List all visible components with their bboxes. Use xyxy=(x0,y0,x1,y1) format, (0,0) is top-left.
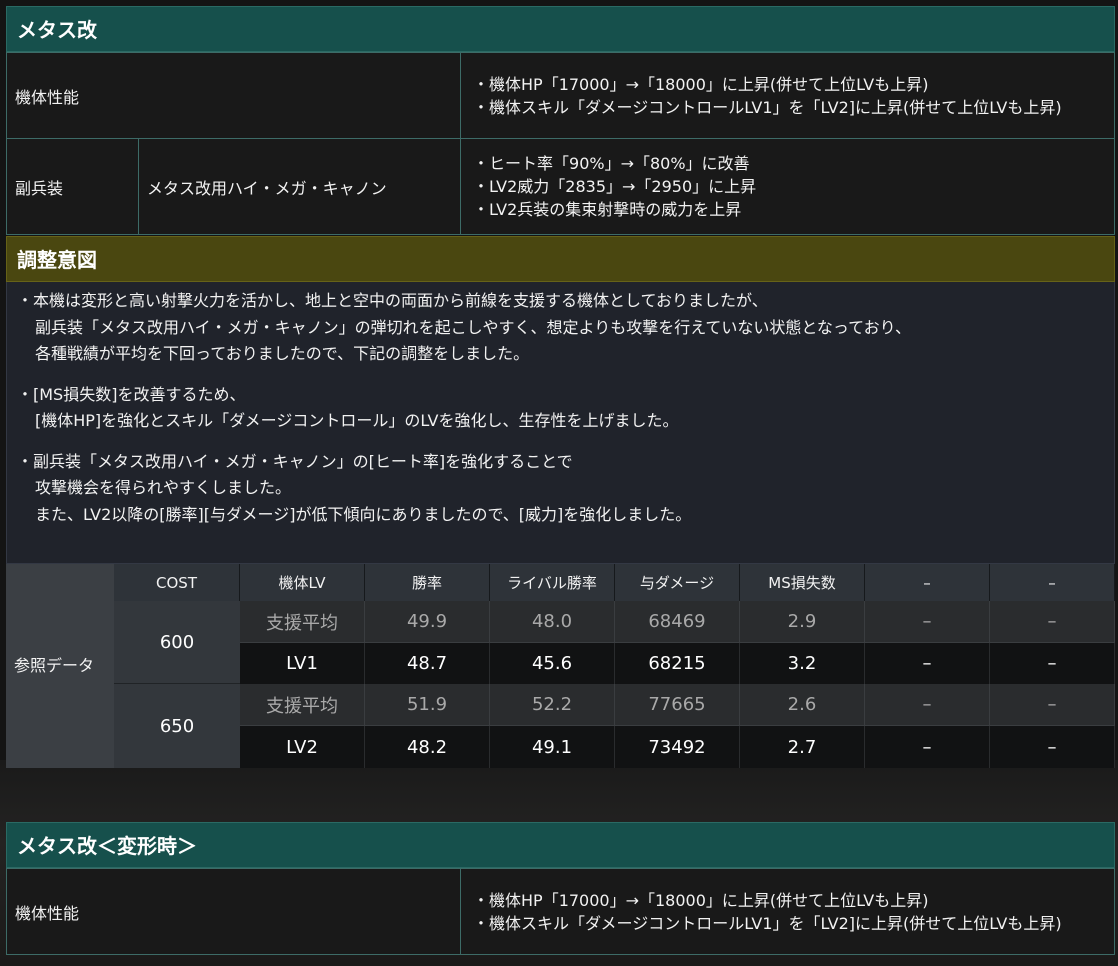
cell-win: 48.2 xyxy=(365,726,490,768)
cell-lv: 支援平均 xyxy=(240,684,365,726)
perf-note: ・機体スキル「ダメージコントロールLV1」を「LV2]に上昇(併せて上位LVも上… xyxy=(473,913,1062,933)
cell-blank: – xyxy=(990,726,1115,768)
perf-notes: ・機体HP「17000」→「18000」に上昇(併せて上位LVも上昇) ・機体ス… xyxy=(460,868,1115,955)
intent-line: ・本機は変形と高い射撃火力を活かし、地上と空中の両面から前線を支援する機体として… xyxy=(17,291,768,310)
section-title: メタス改 xyxy=(6,6,1115,52)
sub-weapon-name: メタス改用ハイ・メガ・キャノン xyxy=(137,138,462,235)
ref-label: 参照データ xyxy=(6,564,114,768)
perf-label: 機体性能 xyxy=(5,868,462,955)
perf-note: ・機体HP「17000」→「18000」に上昇(併せて上位LVも上昇) xyxy=(473,74,929,94)
section-metas-kai-transformed: メタス改＜変形時＞ 機体性能 ・機体HP「17000」→「18000」に上昇(併… xyxy=(5,822,1115,955)
col-header: 機体LV xyxy=(240,564,365,601)
cell-blank: – xyxy=(865,643,990,684)
cell-rival: 48.0 xyxy=(490,601,615,643)
col-header: MS損失数 xyxy=(740,564,865,601)
cell-lv: 支援平均 xyxy=(240,601,365,643)
sub-weapon-row: 副兵装 メタス改用ハイ・メガ・キャノン ・ヒート率「90%」→「80%」に改善 … xyxy=(6,138,1115,235)
spec-table: 機体性能 ・機体HP「17000」→「18000」に上昇(併せて上位LVも上昇)… xyxy=(5,52,1115,235)
section-metas-kai: メタス改 機体性能 ・機体HP「17000」→「18000」に上昇(併せて上位L… xyxy=(5,6,1115,235)
sub-notes: ・ヒート率「90%」→「80%」に改善 ・LV2威力「2835」→「2950」に… xyxy=(460,138,1115,235)
cell-win: 49.9 xyxy=(365,601,490,643)
cell-damage: 68469 xyxy=(615,601,740,643)
col-header: ライバル勝率 xyxy=(490,564,615,601)
cell-loss: 2.7 xyxy=(740,726,865,768)
cell-blank: – xyxy=(865,684,990,726)
cell-rival: 49.1 xyxy=(490,726,615,768)
cell-damage: 73492 xyxy=(615,726,740,768)
perf-notes: ・機体HP「17000」→「18000」に上昇(併せて上位LVも上昇) ・機体ス… xyxy=(460,52,1115,139)
sub-note: ・LV2威力「2835」→「2950」に上昇 xyxy=(473,177,757,196)
reference-data-table: 参照データ COST 機体LV 勝率 ライバル勝率 与ダメージ MS損失数 – … xyxy=(6,564,1115,768)
cell-loss: 2.6 xyxy=(740,684,865,726)
cost-cell: 600 xyxy=(114,601,240,684)
intent-body: ・本機は変形と高い射撃火力を活かし、地上と空中の両面から前線を支援する機体として… xyxy=(6,282,1115,564)
perf-note: ・機体HP「17000」→「18000」に上昇(併せて上位LVも上昇) xyxy=(473,890,929,910)
perf-row: 機体性能 ・機体HP「17000」→「18000」に上昇(併せて上位LVも上昇)… xyxy=(5,52,1115,139)
cell-loss: 2.9 xyxy=(740,601,865,643)
intent-line: ・[MS損失数]を改善するため、 xyxy=(17,384,246,404)
col-header: COST xyxy=(114,564,240,601)
cell-blank: – xyxy=(990,601,1115,643)
cell-blank: – xyxy=(865,726,990,768)
intent-line: 各種戦績が平均を下回っておりましたので、下記の調整をしました。 xyxy=(35,344,530,363)
intent-line: また、LV2以降の[勝率][与ダメージ]が低下傾向にありましたので、[威力]を強… xyxy=(35,504,692,524)
cell-rival: 52.2 xyxy=(490,684,615,726)
section-title: メタス改＜変形時＞ xyxy=(6,822,1115,868)
col-header: 勝率 xyxy=(365,564,490,601)
cell-lv: LV1 xyxy=(240,643,365,684)
cell-win: 48.7 xyxy=(365,643,490,684)
cell-blank: – xyxy=(865,601,990,643)
cell-loss: 3.2 xyxy=(740,643,865,684)
intent-line: 副兵装「メタス改用ハイ・メガ・キャノン」の弾切れを起こしやすく、想定よりも攻撃を… xyxy=(35,317,912,337)
perf-row: 機体性能 ・機体HP「17000」→「18000」に上昇(併せて上位LVも上昇)… xyxy=(5,868,1115,955)
col-header: – xyxy=(865,564,990,601)
spec-table: 機体性能 ・機体HP「17000」→「18000」に上昇(併せて上位LVも上昇)… xyxy=(5,868,1115,955)
section-intent: 調整意図 ・本機は変形と高い射撃火力を活かし、地上と空中の両面から前線を支援する… xyxy=(6,236,1115,564)
perf-note: ・機体スキル「ダメージコントロールLV1」を「LV2]に上昇(併せて上位LVも上… xyxy=(473,97,1062,117)
cell-blank: – xyxy=(990,643,1115,684)
cell-damage: 77665 xyxy=(615,684,740,726)
sub-label: 副兵装 xyxy=(6,138,139,235)
intent-line: 攻撃機会を得られやすくしました。 xyxy=(35,478,292,497)
cell-blank: – xyxy=(990,684,1115,726)
cell-win: 51.9 xyxy=(365,684,490,726)
sub-note: ・LV2兵装の集束射撃時の威力を上昇 xyxy=(473,200,742,219)
col-header: 与ダメージ xyxy=(615,564,740,601)
intent-line: [機体HP]を強化とスキル「ダメージコントロール」のLVを強化し、生存性を上げま… xyxy=(35,411,679,430)
cell-rival: 45.6 xyxy=(490,643,615,684)
cost-cell: 650 xyxy=(114,684,240,768)
perf-label: 機体性能 xyxy=(5,52,462,139)
sub-note: ・ヒート率「90%」→「80%」に改善 xyxy=(473,154,750,173)
col-header: – xyxy=(990,564,1115,601)
cell-damage: 68215 xyxy=(615,643,740,684)
cell-lv: LV2 xyxy=(240,726,365,768)
intent-line: ・副兵装「メタス改用ハイ・メガ・キャノン」の[ヒート率]を強化することで xyxy=(17,451,573,471)
intent-title: 調整意図 xyxy=(6,236,1115,282)
